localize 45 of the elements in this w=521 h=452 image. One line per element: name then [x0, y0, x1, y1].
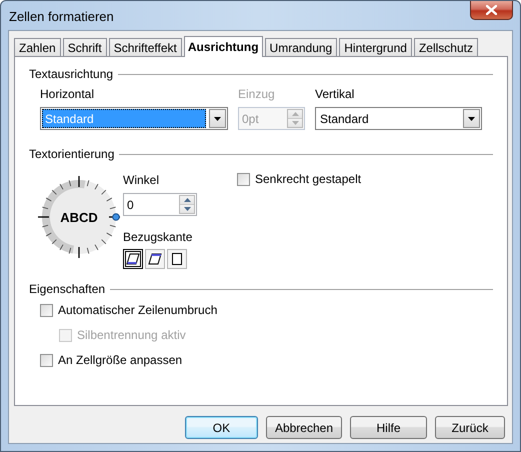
down-arrow-icon	[184, 207, 190, 211]
field-label: Einzug	[238, 87, 276, 101]
angle-handle[interactable]	[112, 213, 120, 221]
dropdown[interactable]: Standard	[315, 107, 482, 130]
parallelogram-icon	[148, 253, 162, 265]
tab[interactable]: Zellschutz	[414, 38, 478, 56]
checkbox-label[interactable]: Automatischer Zeilenumbruch	[58, 303, 218, 317]
reference-edge-button[interactable]	[167, 249, 187, 269]
square-icon	[172, 253, 182, 265]
parallelogram-icon	[126, 253, 140, 265]
checkbox[interactable]	[40, 304, 53, 316]
tab[interactable]: Schrift	[62, 38, 107, 56]
rotation-dial[interactable]	[38, 176, 120, 258]
checkbox-label[interactable]: An Zellgröße anpassen	[58, 353, 182, 367]
close-icon	[486, 5, 497, 15]
dropdown-arrow-icon	[214, 116, 221, 120]
dialog-button[interactable]: Hilfe	[350, 416, 427, 439]
window-title: Zellen formatieren	[9, 9, 114, 24]
reference-edge-button[interactable]	[123, 249, 143, 269]
section-title: Textausrichtung	[29, 67, 114, 81]
field-label: Bezugskante	[123, 230, 194, 244]
tab[interactable]: Hintergrund	[339, 38, 412, 56]
dial-sample-text: ABCD	[60, 210, 98, 225]
checkbox[interactable]	[237, 172, 250, 186]
field-label: Horizontal	[40, 87, 96, 101]
section-title: Textorientierung	[29, 147, 114, 161]
reference-edge-button[interactable]	[145, 249, 165, 269]
up-arrow-icon	[292, 112, 298, 116]
dialog-button[interactable]: Abbrechen	[266, 416, 342, 439]
tab[interactable]: Umrandung	[264, 38, 338, 56]
field-label: Winkel	[123, 173, 160, 187]
dialog-button[interactable]: OK	[184, 416, 258, 439]
close-button[interactable]	[470, 1, 513, 20]
tab[interactable]: Schrifteffekt	[108, 38, 182, 56]
spin-field[interactable]: 0	[123, 193, 197, 216]
checkbox-label[interactable]: Senkrecht gestapelt	[255, 172, 362, 186]
up-arrow-icon	[184, 198, 190, 202]
dropdown-arrow-icon	[468, 116, 475, 120]
dialog-button[interactable]: Zurück	[435, 416, 505, 439]
section-title: Eigenschaften	[29, 282, 106, 296]
field-label: Vertikal	[315, 87, 356, 101]
tab[interactable]: Ausrichtung	[184, 36, 263, 57]
checkbox[interactable]	[40, 354, 53, 366]
tab[interactable]: Zahlen	[14, 38, 61, 56]
down-arrow-icon	[292, 121, 298, 125]
